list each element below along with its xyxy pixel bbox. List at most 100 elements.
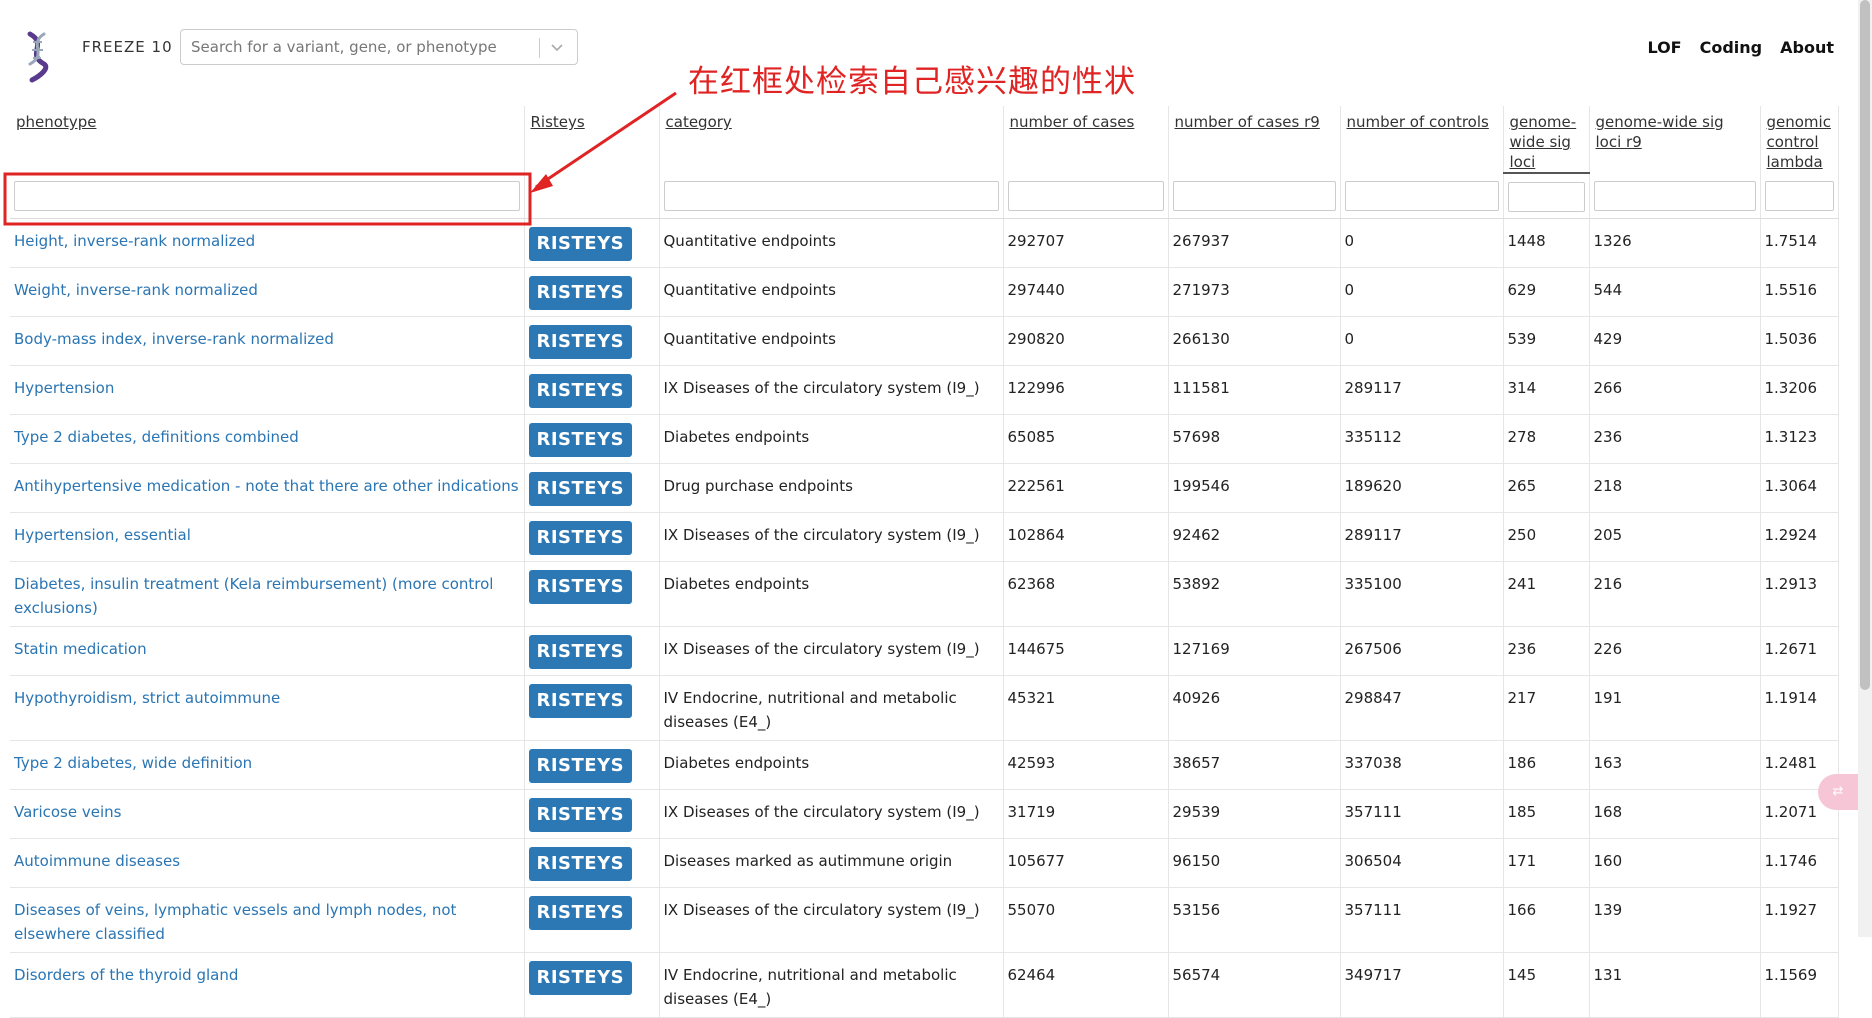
risteys-button[interactable]: RISTEYS <box>528 521 633 555</box>
cell-cases-r9: 111581 <box>1168 365 1341 415</box>
risteys-button[interactable]: RISTEYS <box>528 374 633 408</box>
phenotype-link[interactable]: Height, inverse-rank normalized <box>14 229 520 253</box>
search-box[interactable] <box>180 29 578 65</box>
cell-category: Quantitative endpoints <box>659 218 1004 268</box>
cell-phenotype: Hypertension <box>10 365 525 415</box>
table-row: Diabetes, insulin treatment (Kela reimbu… <box>10 561 1839 627</box>
cell-controls: 267506 <box>1340 626 1504 676</box>
table-row: Type 2 diabetes, wide definition RISTEYS D… <box>10 740 1839 790</box>
cell-cases: 55070 <box>1003 887 1169 953</box>
phenotype-link[interactable]: Weight, inverse-rank normalized <box>14 278 520 302</box>
cell-loci: 171 <box>1503 838 1590 888</box>
cell-loci: 241 <box>1503 561 1590 627</box>
cell-cases: 45321 <box>1003 675 1169 741</box>
table-row: Height, inverse-rank normalized RISTEYS Qu… <box>10 218 1839 268</box>
scrollbar[interactable] <box>1858 0 1872 937</box>
phenotype-link[interactable]: Diabetes, insulin treatment (Kela reimbu… <box>14 572 520 620</box>
col-risteys[interactable]: Risteys <box>524 106 660 173</box>
cell-cases: 290820 <box>1003 316 1169 366</box>
risteys-button[interactable]: RISTEYS <box>528 798 633 832</box>
risteys-button[interactable]: RISTEYS <box>528 472 633 506</box>
risteys-button[interactable]: RISTEYS <box>528 896 633 930</box>
risteys-button[interactable]: RISTEYS <box>528 227 633 261</box>
dna-logo-icon[interactable] <box>18 30 56 84</box>
translate-float-button[interactable]: ⇄ <box>1818 774 1858 810</box>
phenotype-link[interactable]: Type 2 diabetes, wide definition <box>14 751 520 775</box>
col-number-of-controls[interactable]: number of controls <box>1340 106 1504 173</box>
risteys-button[interactable]: RISTEYS <box>528 325 633 359</box>
cell-risteys: RISTEYS <box>524 267 660 317</box>
phenotype-link[interactable]: Type 2 diabetes, definitions combined <box>14 425 520 449</box>
filter-category-input[interactable] <box>663 181 999 211</box>
cell-cases-r9: 199546 <box>1168 463 1341 513</box>
nav-coding[interactable]: Coding <box>1700 38 1763 57</box>
risteys-button[interactable]: RISTEYS <box>528 570 633 604</box>
phenotype-link[interactable]: Hypertension <box>14 376 520 400</box>
phenotype-link[interactable]: Hypertension, essential <box>14 523 520 547</box>
cell-loci-r9: 216 <box>1589 561 1761 627</box>
risteys-button[interactable]: RISTEYS <box>528 276 633 310</box>
risteys-button[interactable]: RISTEYS <box>528 635 633 669</box>
filter-controls-input[interactable] <box>1344 181 1499 211</box>
col-number-of-cases-r9[interactable]: number of cases r9 <box>1168 106 1341 173</box>
chevron-down-icon[interactable] <box>549 40 565 56</box>
table-row: Antihypertensive medication - note that … <box>10 463 1839 513</box>
scrollbar-thumb[interactable] <box>1860 0 1870 690</box>
col-genome-wide-sig-loci-r9[interactable]: genome-wide sig loci r9 <box>1589 106 1761 173</box>
filter-loci-input[interactable] <box>1507 182 1585 212</box>
phenotype-link[interactable]: Diseases of veins, lymphatic vessels and… <box>14 898 520 946</box>
cell-cases-r9: 271973 <box>1168 267 1341 317</box>
nav-about[interactable]: About <box>1780 38 1834 57</box>
annotation-text: 在红框处检索自己感兴趣的性状 <box>688 64 1136 100</box>
phenotype-link[interactable]: Disorders of the thyroid gland <box>14 963 520 987</box>
col-phenotype[interactable]: phenotype <box>10 106 525 173</box>
cell-lambda: 1.2913 <box>1760 561 1839 627</box>
header-row: phenotype Risteys category number of cas… <box>10 106 1839 174</box>
phenotype-link[interactable]: Antihypertensive medication - note that … <box>14 474 520 498</box>
cell-lambda: 1.3206 <box>1760 365 1839 415</box>
cell-loci-r9: 139 <box>1589 887 1761 953</box>
cell-risteys: RISTEYS <box>524 789 660 839</box>
cell-loci: 185 <box>1503 789 1590 839</box>
cell-cases: 62464 <box>1003 952 1169 1018</box>
col-genomic-control-lambda[interactable]: genomic control lambda <box>1760 106 1839 173</box>
search-input[interactable] <box>191 37 511 57</box>
phenotype-link[interactable]: Hypothyroidism, strict autoimmune <box>14 686 520 710</box>
filter-cases-input[interactable] <box>1007 181 1164 211</box>
phenotype-link[interactable]: Body-mass index, inverse-rank normalized <box>14 327 520 351</box>
cell-cases: 31719 <box>1003 789 1169 839</box>
cell-cases-r9: 53156 <box>1168 887 1341 953</box>
risteys-button[interactable]: RISTEYS <box>528 847 633 881</box>
cell-phenotype: Varicose veins <box>10 789 525 839</box>
cell-lambda: 1.2671 <box>1760 626 1839 676</box>
cell-cases: 102864 <box>1003 512 1169 562</box>
cell-phenotype: Body-mass index, inverse-rank normalized <box>10 316 525 366</box>
filter-cases-r9-input[interactable] <box>1172 181 1336 211</box>
cell-cases-r9: 57698 <box>1168 414 1341 464</box>
col-number-of-cases[interactable]: number of cases <box>1003 106 1169 173</box>
cell-loci-r9: 218 <box>1589 463 1761 513</box>
filter-phenotype-input[interactable] <box>14 181 520 211</box>
filter-loci-r9-input[interactable] <box>1593 181 1756 211</box>
risteys-button[interactable]: RISTEYS <box>528 423 633 457</box>
col-category[interactable]: category <box>659 106 1004 173</box>
nav-lof[interactable]: LOF <box>1647 38 1681 57</box>
cell-category: IV Endocrine, nutritional and metabolic … <box>659 952 1004 1018</box>
risteys-button[interactable]: RISTEYS <box>528 961 633 995</box>
cell-phenotype: Hypothyroidism, strict autoimmune <box>10 675 525 741</box>
cell-risteys: RISTEYS <box>524 675 660 741</box>
cell-risteys: RISTEYS <box>524 365 660 415</box>
risteys-button[interactable]: RISTEYS <box>528 749 633 783</box>
cell-phenotype: Disorders of the thyroid gland <box>10 952 525 1018</box>
risteys-button[interactable]: RISTEYS <box>528 684 633 718</box>
filter-lambda-input[interactable] <box>1764 181 1834 211</box>
col-genome-wide-sig-loci[interactable]: genome-wide sig loci <box>1503 106 1590 174</box>
cell-controls: 306504 <box>1340 838 1504 888</box>
cell-phenotype: Antihypertensive medication - note that … <box>10 463 525 513</box>
phenotype-link[interactable]: Varicose veins <box>14 800 520 824</box>
phenotype-link[interactable]: Autoimmune diseases <box>14 849 520 873</box>
cell-controls: 0 <box>1340 316 1504 366</box>
cell-loci-r9: 544 <box>1589 267 1761 317</box>
cell-loci-r9: 266 <box>1589 365 1761 415</box>
phenotype-link[interactable]: Statin medication <box>14 637 520 661</box>
